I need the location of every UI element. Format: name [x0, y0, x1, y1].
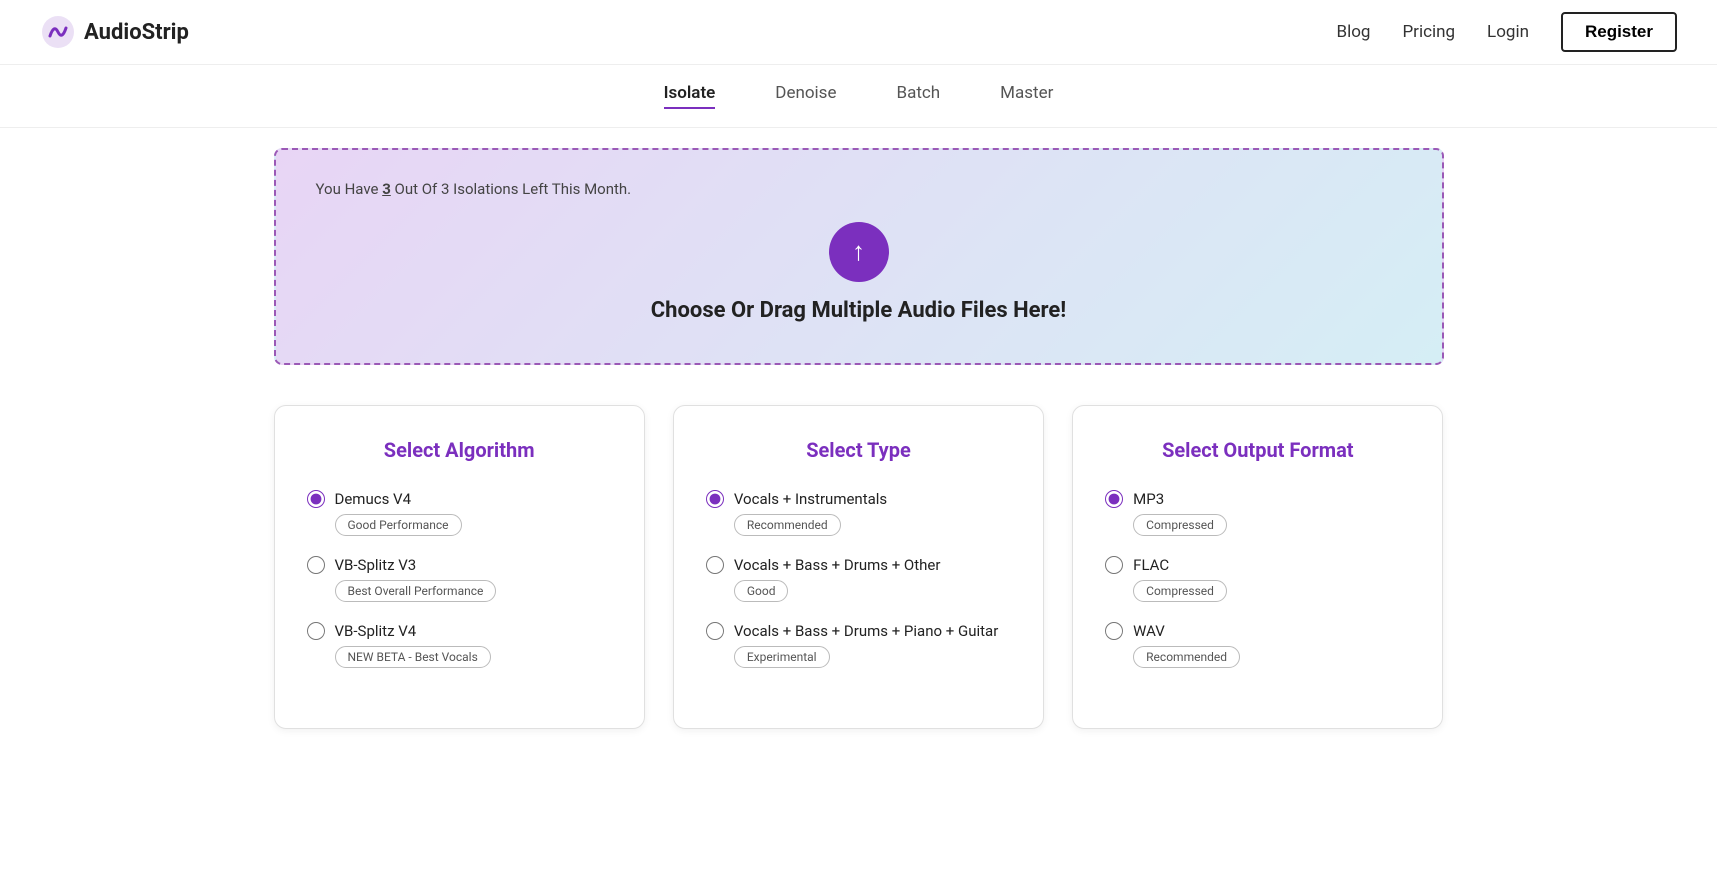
upload-notice: You Have 3 Out Of 3 Isolations Left This… [316, 180, 1402, 198]
output-option-0-row: MP3 [1105, 490, 1410, 508]
algorithm-option-1-row: VB-Splitz V3 [307, 556, 612, 574]
algorithm-option-0: Demucs V4 Good Performance [307, 490, 612, 536]
type-option-0: Vocals + Instrumentals Recommended [706, 490, 1011, 536]
type-radio-2[interactable] [706, 622, 724, 640]
type-badge-2: Experimental [734, 646, 830, 668]
algorithm-radio-2[interactable] [307, 622, 325, 640]
algorithm-label-1: VB-Splitz V3 [335, 556, 417, 574]
algorithm-radio-1[interactable] [307, 556, 325, 574]
output-label-2: WAV [1133, 622, 1165, 640]
type-card: Select Type Vocals + Instrumentals Recom… [673, 405, 1044, 729]
type-badge-0: Recommended [734, 514, 841, 536]
notice-prefix: You Have [316, 180, 383, 198]
algorithm-option-2-row: VB-Splitz V4 [307, 622, 612, 640]
type-label-0: Vocals + Instrumentals [734, 490, 887, 508]
type-badge-1: Good [734, 580, 789, 602]
type-option-1-row: Vocals + Bass + Drums + Other [706, 556, 1011, 574]
upload-inner: ↑ Choose Or Drag Multiple Audio Files He… [316, 222, 1402, 323]
sub-nav-isolate[interactable]: Isolate [664, 83, 716, 109]
output-card-title: Select Output Format [1105, 438, 1410, 462]
logo-icon [40, 14, 76, 50]
sub-nav-batch[interactable]: Batch [896, 83, 940, 109]
output-option-1: FLAC Compressed [1105, 556, 1410, 602]
upload-label: Choose Or Drag Multiple Audio Files Here… [651, 298, 1066, 323]
output-radio-2[interactable] [1105, 622, 1123, 640]
type-card-title: Select Type [706, 438, 1011, 462]
output-radio-0[interactable] [1105, 490, 1123, 508]
output-option-1-row: FLAC [1105, 556, 1410, 574]
output-option-2-row: WAV [1105, 622, 1410, 640]
type-option-2-row: Vocals + Bass + Drums + Piano + Guitar [706, 622, 1011, 640]
nav-right: Blog Pricing Login Register [1336, 12, 1677, 52]
type-option-2: Vocals + Bass + Drums + Piano + Guitar E… [706, 622, 1011, 668]
type-radio-1[interactable] [706, 556, 724, 574]
header: AudioStrip Blog Pricing Login Register [0, 0, 1717, 65]
blog-link[interactable]: Blog [1336, 22, 1370, 42]
register-button[interactable]: Register [1561, 12, 1677, 52]
output-label-0: MP3 [1133, 490, 1164, 508]
output-card: Select Output Format MP3 Compressed FLAC… [1072, 405, 1443, 729]
output-badge-1: Compressed [1133, 580, 1227, 602]
algorithm-radio-0[interactable] [307, 490, 325, 508]
algorithm-option-1: VB-Splitz V3 Best Overall Performance [307, 556, 612, 602]
output-radio-1[interactable] [1105, 556, 1123, 574]
pricing-link[interactable]: Pricing [1402, 22, 1455, 42]
output-badge-2: Recommended [1133, 646, 1240, 668]
logo[interactable]: AudioStrip [40, 14, 189, 50]
cards-section: Select Algorithm Demucs V4 Good Performa… [274, 405, 1444, 729]
upload-area[interactable]: You Have 3 Out Of 3 Isolations Left This… [274, 148, 1444, 365]
type-radio-0[interactable] [706, 490, 724, 508]
algorithm-label-0: Demucs V4 [335, 490, 412, 508]
algorithm-option-0-row: Demucs V4 [307, 490, 612, 508]
logo-text: AudioStrip [84, 20, 189, 45]
sub-nav-denoise[interactable]: Denoise [775, 83, 836, 109]
type-label-2: Vocals + Bass + Drums + Piano + Guitar [734, 622, 998, 640]
output-option-2: WAV Recommended [1105, 622, 1410, 668]
algorithm-card-title: Select Algorithm [307, 438, 612, 462]
algorithm-badge-0: Good Performance [335, 514, 462, 536]
type-option-1: Vocals + Bass + Drums + Other Good [706, 556, 1011, 602]
algorithm-card: Select Algorithm Demucs V4 Good Performa… [274, 405, 645, 729]
type-option-0-row: Vocals + Instrumentals [706, 490, 1011, 508]
algorithm-option-2: VB-Splitz V4 NEW BETA - Best Vocals [307, 622, 612, 668]
notice-count: 3 [382, 180, 391, 198]
algorithm-label-2: VB-Splitz V4 [335, 622, 417, 640]
notice-suffix: Out Of 3 Isolations Left This Month. [391, 180, 631, 198]
sub-nav: Isolate Denoise Batch Master [0, 65, 1717, 128]
algorithm-badge-1: Best Overall Performance [335, 580, 497, 602]
sub-nav-master[interactable]: Master [1000, 83, 1053, 109]
output-badge-0: Compressed [1133, 514, 1227, 536]
upload-button[interactable]: ↑ [829, 222, 889, 282]
type-label-1: Vocals + Bass + Drums + Other [734, 556, 941, 574]
upload-arrow-icon: ↑ [852, 239, 865, 265]
main-content: You Have 3 Out Of 3 Isolations Left This… [234, 128, 1484, 769]
output-option-0: MP3 Compressed [1105, 490, 1410, 536]
login-link[interactable]: Login [1487, 22, 1529, 42]
output-label-1: FLAC [1133, 556, 1169, 574]
algorithm-badge-2: NEW BETA - Best Vocals [335, 646, 491, 668]
